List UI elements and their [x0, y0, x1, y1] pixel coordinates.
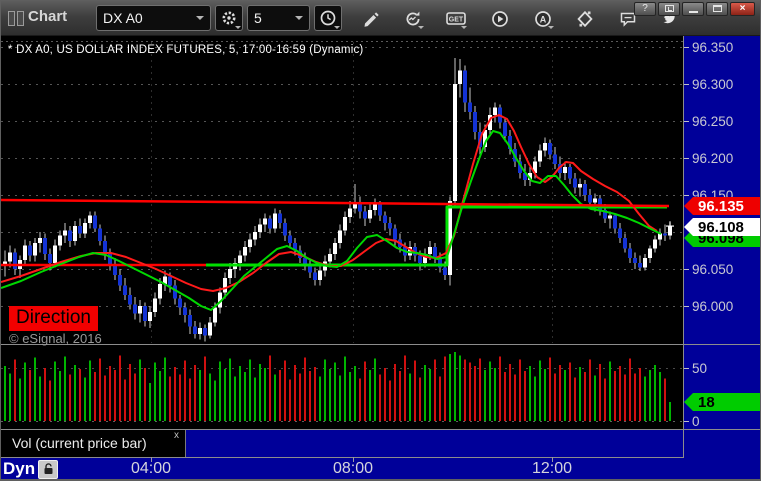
time-gridlines: [151, 42, 553, 343]
window-controls: ? ×: [634, 2, 755, 16]
symbol-value: DX A0: [103, 10, 143, 26]
get-data-button[interactable]: GET: [443, 7, 469, 29]
svg-text:96.300: 96.300: [692, 77, 733, 92]
restore-window-button[interactable]: [658, 2, 680, 16]
lock-icon[interactable]: [38, 459, 59, 479]
pencil-icon: [364, 12, 379, 27]
draw-tool-button[interactable]: [358, 7, 384, 29]
chart-canvas[interactable]: 96.35096.30096.25096.20096.15096.05096.0…: [1, 36, 761, 429]
resistance-ray: [1, 198, 670, 208]
maximize-icon: [712, 5, 722, 12]
interval-value: 5: [254, 10, 262, 26]
chevron-down-icon: [461, 26, 467, 29]
price-tag: 18: [684, 393, 760, 411]
dyn-button[interactable]: Dyn: [3, 458, 59, 480]
svg-text:A: A: [540, 15, 547, 25]
volume-series: [4, 352, 671, 421]
maximize-button[interactable]: [706, 2, 728, 16]
pivot-diamond-icon: [577, 10, 593, 28]
chevron-down-icon: [334, 26, 340, 29]
svg-text:96.108: 96.108: [698, 219, 744, 236]
svg-text:96.350: 96.350: [692, 40, 733, 55]
close-button[interactable]: ×: [730, 2, 755, 16]
esignal-chart-window: Chart DX A0 5 GET A ? × 96.350 96.300 96…: [0, 0, 761, 481]
price-gridlines: [1, 47, 683, 307]
price-tag: 96.135: [684, 197, 760, 215]
direction-label: Direction: [9, 306, 98, 331]
chevron-down-icon: [235, 26, 241, 29]
esignal-watermark: © eSignal, 2016: [9, 331, 102, 346]
clock-icon: [320, 10, 336, 26]
chart-title: * DX A0, US DOLLAR INDEX FUTURES, 5, 17:…: [8, 44, 364, 56]
chevron-down-icon[interactable]: [295, 16, 303, 20]
restore-icon: [664, 5, 674, 12]
symbol-combo[interactable]: DX A0: [96, 5, 211, 31]
svg-text:18: 18: [698, 394, 715, 411]
dyn-label: Dyn: [3, 459, 36, 478]
chevron-down-icon[interactable]: [196, 16, 204, 20]
minimize-button[interactable]: [682, 2, 704, 16]
svg-text:96.250: 96.250: [692, 114, 733, 129]
pivot-tool-button[interactable]: [572, 7, 598, 29]
help-button[interactable]: ?: [634, 2, 656, 16]
time-template-button[interactable]: [314, 5, 342, 31]
chevron-down-icon: [418, 26, 424, 29]
gear-icon: [222, 11, 236, 25]
minimize-icon: [688, 11, 698, 13]
svg-text:96.050: 96.050: [692, 262, 733, 277]
symbol-settings-button[interactable]: [215, 5, 243, 31]
play-icon: [492, 11, 508, 27]
green-ma: [1, 130, 662, 311]
svg-text:50: 50: [692, 361, 707, 376]
bottom-bar: Vol (current price bar) x 04:00 08:00 12:0…: [1, 429, 760, 480]
svg-text:96.200: 96.200: [692, 151, 733, 166]
interval-combo[interactable]: 5: [247, 5, 310, 31]
last-price-marker: [666, 222, 674, 231]
auto-study-button[interactable]: A: [530, 7, 556, 29]
time-label: 04:00: [130, 460, 172, 477]
time-label: 12:00: [531, 460, 573, 477]
replay-button[interactable]: [487, 7, 513, 29]
svg-text:GET: GET: [449, 17, 464, 24]
svg-text:96.000: 96.000: [692, 299, 733, 314]
chevron-down-icon: [548, 26, 554, 29]
svg-text:0: 0: [692, 414, 700, 429]
price-tag: 96.108: [684, 218, 760, 236]
window-title: Chart: [28, 8, 68, 25]
svg-text:96.135: 96.135: [698, 198, 744, 215]
chart-panel-icon: [8, 11, 24, 26]
time-label: 08:00: [332, 460, 374, 477]
time-axis[interactable]: 04:00 08:00 12:00: [1, 430, 760, 480]
reload-chart-button[interactable]: [400, 7, 426, 29]
